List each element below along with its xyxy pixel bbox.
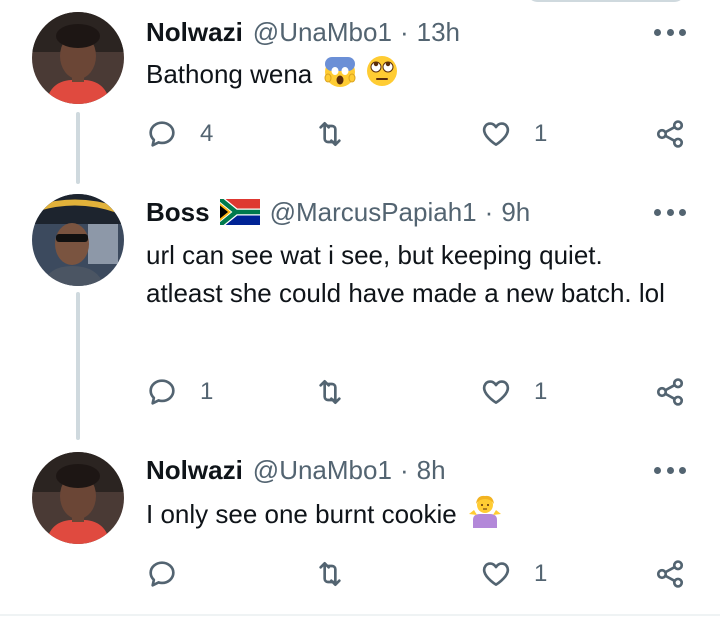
display-name[interactable]: Nolwazi <box>146 17 243 48</box>
face-screaming-in-fear-icon <box>323 54 357 98</box>
retweet-icon <box>319 122 341 146</box>
retweet-button[interactable] <box>314 114 368 154</box>
more-options-icon[interactable] <box>654 22 686 42</box>
like-button[interactable]: 1 <box>480 114 547 154</box>
timestamp[interactable]: 9h <box>501 197 530 228</box>
user-handle[interactable]: @MarcusPapiah1 <box>270 197 477 228</box>
retweet-icon <box>319 562 341 586</box>
retweet-icon <box>319 380 341 404</box>
display-name[interactable]: Nolwazi <box>146 455 243 486</box>
tweet-header: Nolwazi @UnaMbo1 · 8h <box>146 450 446 490</box>
like-count: 1 <box>534 378 548 405</box>
avatar[interactable] <box>32 12 124 104</box>
timestamp[interactable]: 8h <box>417 455 446 486</box>
share-icon <box>656 120 684 148</box>
more-options-icon[interactable] <box>654 460 686 480</box>
share-button[interactable] <box>654 554 686 594</box>
like-count: 1 <box>534 120 548 147</box>
tweet-actions: 4 1 <box>146 114 694 154</box>
share-icon <box>656 378 684 406</box>
tweet-actions: 1 <box>146 554 694 594</box>
avatar[interactable] <box>32 194 124 286</box>
face-with-rolling-eyes-icon <box>365 54 399 98</box>
display-name[interactable]: Boss <box>146 197 210 228</box>
share-button[interactable] <box>654 114 686 154</box>
user-handle[interactable]: @UnaMbo1 <box>253 17 392 48</box>
reply-button[interactable] <box>146 554 200 594</box>
reply-icon <box>149 561 175 587</box>
tweet-text: Bathong wena <box>146 54 686 98</box>
share-icon <box>656 560 684 588</box>
heart-icon <box>482 122 510 146</box>
tweet-header: Nolwazi @UnaMbo1 · 13h <box>146 12 460 52</box>
like-count: 1 <box>534 560 548 587</box>
heart-icon <box>482 380 510 404</box>
share-button[interactable] <box>654 372 686 412</box>
user-handle[interactable]: @UnaMbo1 <box>253 455 392 486</box>
reply-count: 4 <box>200 120 214 147</box>
person-shrugging-icon <box>468 494 502 538</box>
south-africa-flag-icon <box>217 196 260 228</box>
top-pill-button[interactable] <box>526 0 686 2</box>
tweet-text-content: I only see one burnt cookie <box>146 498 457 529</box>
tweet-text: I only see one burnt cookie <box>146 494 686 538</box>
thread-line <box>76 112 80 184</box>
like-button[interactable]: 1 <box>480 372 547 412</box>
tweet-header: Boss @MarcusPapiah1 · 9h <box>146 192 530 232</box>
retweet-button[interactable] <box>314 372 368 412</box>
tweet-actions: 1 1 <box>146 372 694 412</box>
thread-line <box>76 292 80 440</box>
heart-icon <box>482 562 510 586</box>
avatar[interactable] <box>32 452 124 544</box>
more-options-icon[interactable] <box>654 202 686 222</box>
reply-button[interactable]: 4 <box>146 114 213 154</box>
divider <box>0 614 720 616</box>
reply-button[interactable]: 1 <box>146 372 213 412</box>
separator: · <box>484 196 494 227</box>
separator: · <box>399 454 409 485</box>
retweet-button[interactable] <box>314 554 368 594</box>
reply-icon <box>149 121 175 147</box>
tweet-text: url can see wat i see, but keeping quiet… <box>146 240 665 308</box>
reply-icon <box>149 379 175 405</box>
timestamp[interactable]: 13h <box>417 17 460 48</box>
tweet-text-content: Bathong wena <box>146 58 313 89</box>
like-button[interactable]: 1 <box>480 554 547 594</box>
separator: · <box>399 16 409 47</box>
reply-count: 1 <box>200 378 214 405</box>
